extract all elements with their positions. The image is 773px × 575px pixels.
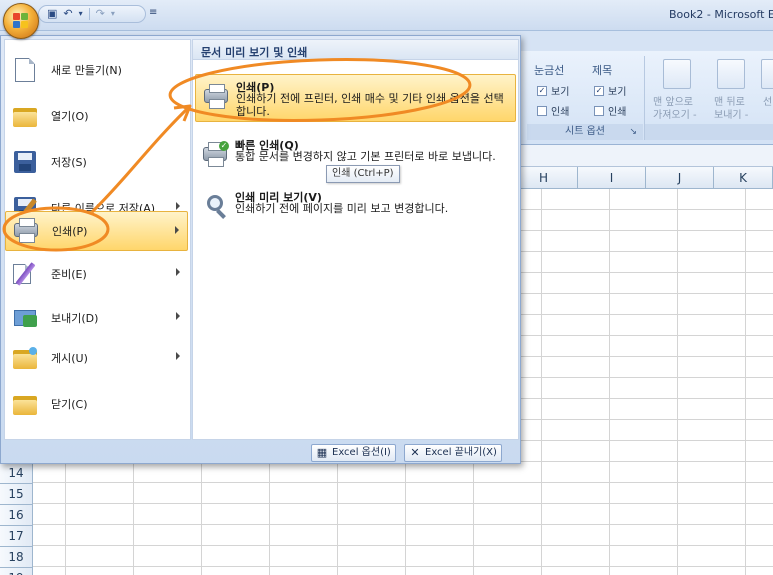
column-header[interactable]: K (714, 167, 773, 189)
menu-item-publish[interactable]: 게시(U) (5, 338, 188, 378)
menu-item-label: 게시(U) (51, 352, 88, 365)
chevron-down-icon[interactable]: ▾ (79, 7, 83, 21)
magnifier-icon (201, 193, 229, 221)
qat-divider (88, 8, 90, 20)
submenu-arrow-icon (175, 226, 179, 234)
menu-item-prepare[interactable]: 준비(E) (5, 254, 188, 294)
dialog-launcher-icon[interactable]: ↘ (629, 124, 637, 140)
row-header[interactable]: 16 (0, 505, 33, 526)
row-header[interactable]: 19 (0, 568, 33, 575)
print-submenu: 문서 미리 보기 및 인쇄 인쇄(P) 인쇄하기 전에 프린터, 인쇄 매수 및… (192, 39, 519, 440)
column-header[interactable]: J (646, 167, 714, 189)
office-logo-icon (13, 13, 29, 29)
menu-item-label: 보내기(D) (51, 312, 99, 325)
bring-forward-icon[interactable] (663, 59, 691, 89)
submenu-item-desc: 통합 문서를 변경하지 않고 기본 프린터로 바로 보냅니다. (235, 150, 496, 163)
close-icon: ✕ (410, 446, 420, 459)
customize-qat-icon[interactable]: ≡ (149, 7, 157, 18)
checkbox-label: 인쇄 (608, 107, 627, 118)
checkbox-label: 인쇄 (551, 107, 570, 118)
submenu-arrow-icon (176, 202, 180, 210)
headings-label: 제목 (592, 64, 613, 77)
save-floppy-icon (11, 148, 39, 176)
submenu-item-print-preview[interactable]: 인쇄 미리 보기(V) 인쇄하기 전에 페이지를 미리 보고 변경합니다. (195, 185, 516, 233)
row-header[interactable]: 14 (0, 463, 33, 484)
send-backward-line2: 보내기 - (714, 110, 749, 121)
gridlines-label: 눈금선 (534, 64, 565, 77)
excel-options-button[interactable]: ▦ Excel 옵션(I) (311, 444, 396, 462)
menu-item-label: 새로 만들기(N) (51, 64, 122, 77)
submenu-arrow-icon (176, 268, 180, 276)
group-divider (644, 56, 645, 140)
menu-item-label: 열기(O) (51, 110, 89, 123)
checkbox-label: 보기 (551, 87, 570, 98)
office-button[interactable] (3, 3, 39, 39)
menu-item-print[interactable]: 인쇄(P) (5, 211, 188, 251)
printer-icon (12, 217, 40, 245)
row-header[interactable]: 17 (0, 526, 33, 547)
title-bar: ▣ ↶ ▾ ↷ ▾ ≡ Book2 - Microsoft E (0, 0, 773, 31)
checkbox-empty (537, 105, 547, 116)
submenu-item-desc: 인쇄하기 전에 페이지를 미리 보고 변경합니다. (235, 202, 449, 215)
menu-item-send[interactable]: 보내기(D) (5, 298, 188, 338)
close-folder-icon (11, 390, 39, 418)
selection-pane-icon[interactable] (761, 59, 773, 89)
row-header[interactable]: 15 (0, 484, 33, 505)
truncated-button-label: 선 (763, 97, 773, 108)
menu-item-label: 준비(E) (51, 268, 87, 281)
menu-item-new[interactable]: 새로 만들기(N) (5, 50, 188, 90)
gridlines-view-checkbox[interactable]: ✓ 보기 (537, 83, 569, 98)
check-icon: ✓ (594, 85, 604, 96)
menu-footer: ▦ Excel 옵션(I) ✕ Excel 끝내기(X) (1, 441, 520, 464)
print-shortcut-tooltip: 인쇄 (Ctrl+P) (326, 165, 400, 183)
open-folder-icon (11, 102, 39, 130)
send-backward-icon[interactable] (717, 59, 745, 89)
submenu-item-print[interactable]: 인쇄(P) 인쇄하기 전에 프린터, 인쇄 매수 및 기타 인쇄 옵션을 선택합… (195, 74, 516, 122)
submenu-arrow-icon (176, 352, 180, 360)
send-icon (11, 304, 39, 332)
menu-item-label: 저장(S) (51, 156, 87, 169)
chevron-down-icon[interactable]: ▾ (111, 7, 115, 21)
check-icon: ✓ (537, 85, 547, 96)
options-document-icon: ▦ (316, 446, 328, 459)
prepare-pen-icon (11, 260, 39, 288)
save-icon[interactable]: ▣ (47, 7, 57, 21)
gridlines-print-checkbox[interactable]: 인쇄 (537, 103, 569, 118)
menu-item-close[interactable]: 닫기(C) (5, 384, 188, 424)
new-document-icon (11, 56, 39, 84)
checkbox-empty (594, 105, 604, 116)
menu-item-open[interactable]: 열기(O) (5, 96, 188, 136)
menu-item-label: 닫기(C) (51, 398, 88, 411)
arrange-group-footer (645, 124, 773, 140)
publish-icon (11, 344, 39, 372)
office-menu: 새로 만들기(N) 열기(O) 저장(S) 다른 이름으로 저장(A) 인쇄(P… (0, 35, 521, 464)
column-header[interactable]: I (578, 167, 646, 189)
menu-item-label: 인쇄(P) (52, 225, 88, 238)
menu-item-save[interactable]: 저장(S) (5, 142, 188, 182)
undo-icon[interactable]: ↶ (63, 7, 72, 21)
headings-print-checkbox[interactable]: 인쇄 (594, 103, 626, 118)
submenu-header: 문서 미리 보기 및 인쇄 (193, 40, 518, 60)
quick-print-icon: ✓ (201, 141, 229, 169)
submenu-item-desc: 인쇄하기 전에 프린터, 인쇄 매수 및 기타 인쇄 옵션을 선택합니다. (236, 92, 504, 118)
headings-view-checkbox[interactable]: ✓ 보기 (594, 83, 626, 98)
bring-forward-line2: 가져오기 - (653, 110, 697, 121)
redo-icon[interactable]: ↷ (96, 7, 105, 21)
submenu-arrow-icon (176, 312, 180, 320)
checkbox-label: 보기 (608, 87, 627, 98)
printer-icon (202, 83, 230, 111)
row-header[interactable]: 18 (0, 547, 33, 568)
quick-access-toolbar: ▣ ↶ ▾ ↷ ▾ (38, 5, 146, 23)
window-title: Book2 - Microsoft E (669, 8, 773, 21)
sheet-options-group-label: 시트 옵션 ↘ (527, 124, 643, 140)
exit-excel-button[interactable]: ✕ Excel 끝내기(X) (404, 444, 502, 462)
